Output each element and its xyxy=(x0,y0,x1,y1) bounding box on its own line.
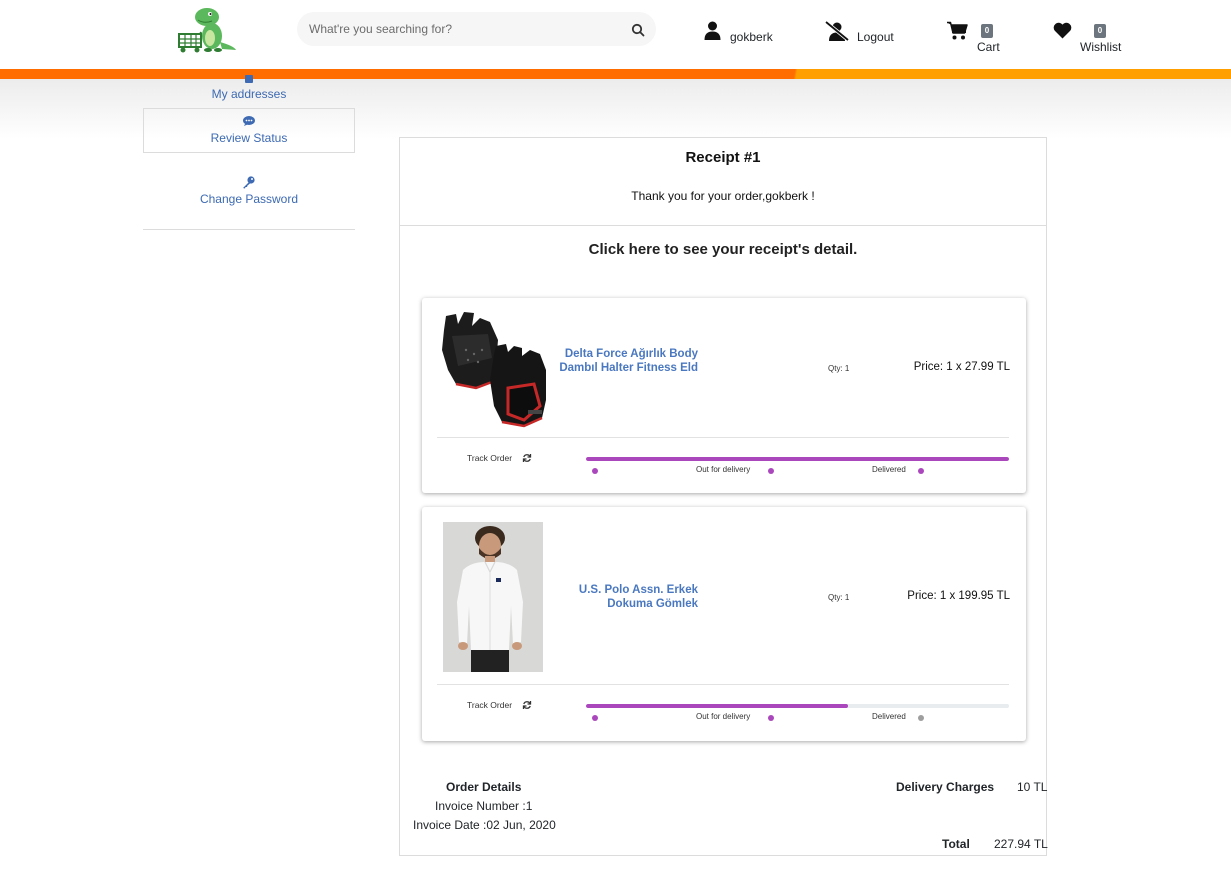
sidebar-item-my-addresses[interactable]: My addresses xyxy=(143,87,355,101)
progress-step-dot-ordered xyxy=(592,715,598,721)
order-item-card: U.S. Polo Assn. Erkek Dokuma Gömlek Qty:… xyxy=(422,507,1026,741)
search-input[interactable] xyxy=(297,12,656,46)
receipt-divider xyxy=(400,225,1046,226)
top-header: gokberk Logout 0 Cart 0 Wishlist xyxy=(0,0,1231,69)
sidebar-item-change-password[interactable]: Change Password xyxy=(143,192,355,206)
delivery-charges-label: Delivery Charges xyxy=(896,780,995,794)
track-order-link[interactable]: Track Order xyxy=(467,700,512,710)
progress-step-out-for-delivery: Out for delivery xyxy=(696,465,751,474)
refresh-icon[interactable] xyxy=(522,700,532,710)
progress-step-dot-out-for-delivery xyxy=(768,715,774,721)
thank-you-message: Thank you for your order,gokberk ! xyxy=(631,189,815,203)
sidebar-divider xyxy=(143,229,355,230)
wishlist-count-badge: 0 xyxy=(1094,24,1106,38)
card-divider xyxy=(437,437,1009,438)
card-divider xyxy=(437,684,1009,685)
product-quantity: Qty: 1 xyxy=(828,364,850,373)
header-accent-stripe xyxy=(0,69,1231,79)
cart-link[interactable]: Cart xyxy=(977,40,1000,54)
product-name-link[interactable]: U.S. Polo Assn. Erkek Dokuma Gömlek xyxy=(558,583,698,611)
progress-step-dot-delivered xyxy=(918,468,924,474)
refresh-icon[interactable] xyxy=(522,453,532,463)
total-value: 227.94 TL xyxy=(994,837,1048,851)
progress-step-dot-ordered xyxy=(592,468,598,474)
product-name-link[interactable]: Delta Force Ağırlık Body Dambıl Halter F… xyxy=(558,347,698,375)
receipt-detail-link[interactable]: Click here to see your receipt's detail. xyxy=(400,241,1046,258)
address-card-icon[interactable] xyxy=(244,75,254,83)
progress-step-delivered: Delivered xyxy=(872,465,906,474)
white-shirt-model-image[interactable] xyxy=(443,522,543,672)
product-price: Price: 1 x 27.99 TL xyxy=(913,361,1010,373)
delivery-progress-fill xyxy=(586,457,1009,461)
sidebar-item-review-status[interactable]: Review Status xyxy=(143,131,355,145)
progress-step-out-for-delivery: Out for delivery xyxy=(696,712,751,721)
search-icon[interactable] xyxy=(631,23,645,37)
progress-step-dot-delivered xyxy=(918,715,924,721)
heart-icon[interactable] xyxy=(1053,22,1072,39)
delivery-progress-fill xyxy=(586,704,849,708)
product-price: Price: 1 x 199.95 TL xyxy=(907,590,1010,602)
progress-step-delivered: Delivered xyxy=(872,712,906,721)
user-slash-icon[interactable] xyxy=(825,21,849,41)
shopping-cart-icon[interactable] xyxy=(947,21,968,40)
fitness-gloves-image[interactable] xyxy=(438,310,548,428)
receipt-card: Receipt #1 Thank you for your order,gokb… xyxy=(399,137,1048,856)
logout-link[interactable]: Logout xyxy=(857,30,894,44)
delivery-progress-bar xyxy=(586,457,1009,461)
invoice-date: Invoice Date :02 Jun, 2020 xyxy=(413,818,556,832)
track-order-link[interactable]: Track Order xyxy=(467,453,512,463)
username-link[interactable]: gokberk xyxy=(730,30,773,44)
delivery-charges-value: 10 TL xyxy=(1017,780,1048,794)
receipt-title: Receipt #1 xyxy=(685,149,761,166)
comment-icon[interactable] xyxy=(243,116,255,126)
product-quantity: Qty: 1 xyxy=(828,593,850,602)
progress-step-dot-out-for-delivery xyxy=(768,468,774,474)
dino-cart-logo[interactable] xyxy=(176,4,238,54)
invoice-number: Invoice Number :1 xyxy=(435,799,533,813)
order-details-heading: Order Details xyxy=(446,780,522,794)
user-icon[interactable] xyxy=(704,21,721,40)
key-icon[interactable] xyxy=(242,176,255,189)
cart-count-badge: 0 xyxy=(981,24,993,38)
total-label: Total xyxy=(942,837,970,851)
delivery-progress-bar xyxy=(586,704,1009,708)
order-item-card: Delta Force Ağırlık Body Dambıl Halter F… xyxy=(422,298,1026,493)
wishlist-link[interactable]: Wishlist xyxy=(1080,40,1121,54)
